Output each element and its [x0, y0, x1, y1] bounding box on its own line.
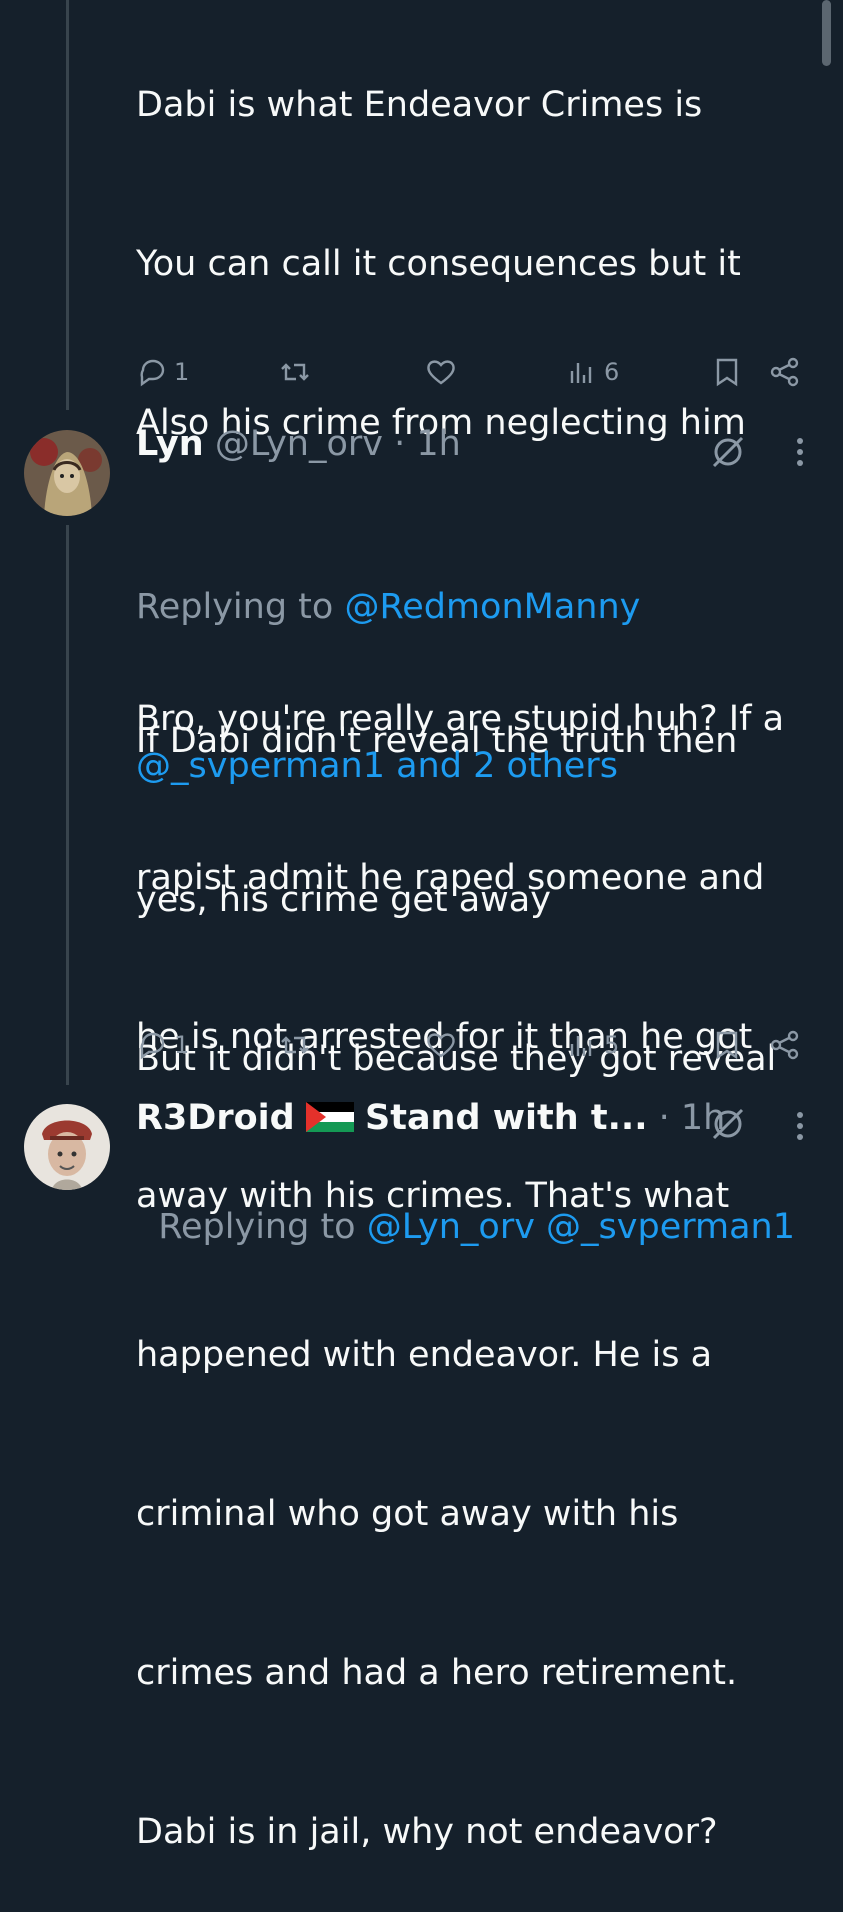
thread-line: [66, 0, 69, 410]
tweet-text-line: Dabi is in jail, why not endeavor?: [136, 1812, 718, 1852]
tweet-1-actions: 1 6: [136, 355, 815, 395]
retweet-icon: [281, 363, 309, 381]
bookmark-icon: [716, 1031, 738, 1060]
handle[interactable]: @Lyn_orv: [215, 424, 383, 464]
reply-icon: [140, 1032, 165, 1060]
avatar-image: [24, 1104, 110, 1190]
avatar-image: [24, 430, 110, 516]
mention-link[interactable]: @Lyn_orv @_svperman1: [367, 1207, 795, 1247]
tweet-text-line: criminal who got away with his: [136, 1494, 679, 1534]
display-name[interactable]: Lyn: [136, 424, 204, 464]
tweet-2-actions: 1 5: [136, 1028, 815, 1068]
tweet-text-line: You can call it consequences but it: [136, 244, 741, 284]
views-count: 6: [604, 358, 620, 386]
bookmark-button[interactable]: [710, 1028, 744, 1062]
like-button[interactable]: [424, 1028, 458, 1062]
tweet-text-line: happened with endeavor. He is a: [136, 1335, 713, 1375]
reply-count: 1: [174, 358, 190, 386]
views-button[interactable]: 5: [566, 1028, 619, 1062]
reply-button[interactable]: 1: [136, 355, 189, 389]
like-icon: [427, 1033, 455, 1058]
bookmark-icon: [716, 358, 738, 387]
retweet-button[interactable]: [278, 1028, 312, 1062]
display-name-suffix[interactable]: Stand with t...: [365, 1098, 648, 1138]
like-icon: [427, 360, 455, 385]
tweet-text-line: Bro, you're really are stupid huh? If a: [136, 699, 785, 739]
more-icon[interactable]: [795, 1108, 805, 1144]
tweet-text-line: crimes and had a hero retirement.: [136, 1653, 738, 1693]
views-count: 5: [604, 1031, 620, 1059]
thread-line: [66, 525, 69, 1085]
avatar[interactable]: [24, 1104, 110, 1190]
share-icon: [770, 357, 799, 387]
tweet-text-line: rapist admit he raped someone and: [136, 858, 765, 898]
tweet-text-line: Dabi is what Endeavor Crimes is: [136, 85, 703, 125]
retweet-button[interactable]: [278, 355, 312, 389]
scrollbar[interactable]: [822, 0, 831, 66]
bookmark-button[interactable]: [710, 355, 744, 389]
replying-to: Replying to @Lyn_orv @_svperman1: [136, 1148, 795, 1254]
retweet-icon: [281, 1036, 309, 1054]
like-button[interactable]: [424, 355, 458, 389]
reply-count: 1: [174, 1031, 190, 1059]
views-icon: [570, 1036, 592, 1056]
timestamp[interactable]: · 1h: [394, 424, 461, 464]
views-button[interactable]: 6: [566, 355, 619, 389]
display-name[interactable]: R3Droid: [136, 1098, 295, 1138]
reply-icon: [140, 359, 165, 387]
views-icon: [570, 363, 592, 383]
more-icon[interactable]: [795, 434, 805, 470]
grok-icon[interactable]: [708, 1104, 748, 1144]
share-icon: [770, 1030, 799, 1060]
grok-icon[interactable]: [708, 432, 748, 472]
replying-label: Replying to: [158, 1207, 367, 1247]
avatar[interactable]: [24, 430, 110, 516]
reply-button[interactable]: 1: [136, 1028, 189, 1062]
palestine-flag-icon: [305, 1102, 354, 1132]
share-button[interactable]: [768, 355, 802, 389]
share-button[interactable]: [768, 1028, 802, 1062]
